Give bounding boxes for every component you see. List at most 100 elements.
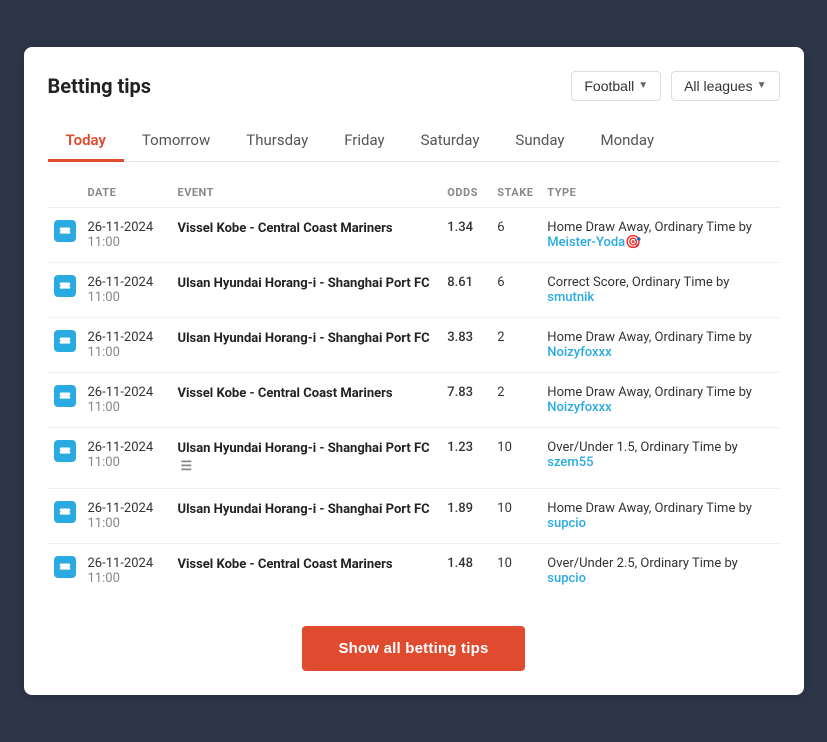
type-cell: Home Draw Away, Ordinary Time by Noizyfo…: [541, 317, 779, 372]
type-cell: Over/Under 1.5, Ordinary Time by szem55: [541, 427, 779, 488]
time-value: 11:00: [88, 516, 166, 531]
author-link[interactable]: Noizyfoxxx: [547, 400, 611, 415]
stake-cell: 10: [491, 427, 541, 488]
show-all-button[interactable]: Show all betting tips: [302, 626, 524, 671]
type-cell: Over/Under 2.5, Ordinary Time by supcio: [541, 544, 779, 599]
tab-tomorrow[interactable]: Tomorrow: [124, 121, 228, 162]
stake-cell: 2: [491, 372, 541, 427]
leagues-filter-arrow-icon: ▼: [757, 80, 767, 91]
ticket-icon-cell: [48, 544, 82, 599]
stake-cell: 10: [491, 544, 541, 599]
date-value: 26-11-2024: [88, 220, 166, 235]
col-event: EVENT: [172, 178, 442, 208]
odds-cell: 1.23: [441, 427, 491, 488]
odds-cell: 3.83: [441, 317, 491, 372]
col-odds: ODDS: [441, 178, 491, 208]
tab-monday[interactable]: Monday: [583, 121, 673, 162]
type-text: Home Draw Away, Ordinary Time by: [547, 220, 752, 235]
ticket-icon: [54, 220, 76, 242]
date-cell: 26-11-202411:00: [82, 207, 172, 262]
table-row: 26-11-202411:00 Ulsan Hyundai Horang-i - …: [48, 262, 780, 317]
event-cell: Ulsan Hyundai Horang-i - Shanghai Port F…: [172, 262, 442, 317]
type-text: Home Draw Away, Ordinary Time by: [547, 501, 752, 516]
ticket-icon: [54, 385, 76, 407]
event-cell: Ulsan Hyundai Horang-i - Shanghai Port F…: [172, 317, 442, 372]
football-filter-arrow-icon: ▼: [638, 80, 648, 91]
ticket-icon-cell: [48, 372, 82, 427]
table-row: 26-11-202411:00 Ulsan Hyundai Horang-i - …: [48, 317, 780, 372]
event-cell: Vissel Kobe - Central Coast Mariners: [172, 544, 442, 599]
leagues-filter-label: All leagues: [684, 78, 753, 94]
tab-today[interactable]: Today: [48, 121, 124, 162]
betting-table: DATE EVENT ODDS STAKE TYPE 26-11-202411:…: [48, 178, 780, 598]
event-name: Vissel Kobe - Central Coast Mariners: [178, 386, 393, 401]
time-value: 11:00: [88, 571, 166, 586]
table-row: 26-11-202411:00Ulsan Hyundai Horang-i - …: [48, 489, 780, 544]
page-title: Betting tips: [48, 74, 152, 98]
ticket-icon: [54, 440, 76, 462]
author-link[interactable]: supcio: [547, 571, 586, 586]
time-value: 11:00: [88, 235, 166, 250]
odds-cell: 8.61: [441, 262, 491, 317]
col-icon: [48, 178, 82, 208]
table-row: 26-11-202411:00 Vissel Kobe - Central Coa…: [48, 372, 780, 427]
show-all-wrapper: Show all betting tips: [48, 626, 780, 671]
col-date: DATE: [82, 178, 172, 208]
author-link[interactable]: szem55: [547, 455, 593, 470]
tab-thursday[interactable]: Thursday: [228, 121, 326, 162]
table-row: 26-11-202411:00 Vissel Kobe - Central Coa…: [48, 207, 780, 262]
stake-cell: 10: [491, 489, 541, 544]
time-value: 11:00: [88, 290, 166, 305]
event-cell: Vissel Kobe - Central Coast Mariners: [172, 372, 442, 427]
ticket-icon: [54, 501, 76, 523]
event-name: Ulsan Hyundai Horang-i - Shanghai Port F…: [178, 331, 430, 346]
author-link[interactable]: smutnik: [547, 290, 594, 305]
ticket-icon-cell: [48, 317, 82, 372]
type-text: Correct Score, Ordinary Time by: [547, 275, 729, 290]
type-text: Over/Under 1.5, Ordinary Time by: [547, 440, 738, 455]
betting-tips-card: Betting tips Football ▼ All leagues ▼ To…: [24, 47, 804, 695]
header-filters: Football ▼ All leagues ▼: [571, 71, 779, 101]
card-header: Betting tips Football ▼ All leagues ▼: [48, 71, 780, 101]
table-row: 26-11-202411:00Vissel Kobe - Central Coa…: [48, 544, 780, 599]
odds-cell: 1.48: [441, 544, 491, 599]
ticket-icon-cell: [48, 262, 82, 317]
stake-cell: 6: [491, 262, 541, 317]
event-name: Vissel Kobe - Central Coast Mariners: [178, 221, 393, 236]
date-cell: 26-11-202411:00: [82, 262, 172, 317]
date-cell: 26-11-202411:00: [82, 372, 172, 427]
type-text: Home Draw Away, Ordinary Time by: [547, 330, 752, 345]
ticket-icon: [54, 330, 76, 352]
event-cell: Ulsan Hyundai Horang-i - Shanghai Port F…: [172, 427, 442, 488]
author-link[interactable]: Meister-Yoda🎯: [547, 235, 641, 250]
date-value: 26-11-2024: [88, 275, 166, 290]
tab-sunday[interactable]: Sunday: [497, 121, 582, 162]
football-filter-button[interactable]: Football ▼: [571, 71, 661, 101]
table-row: 26-11-202411:00Ulsan Hyundai Horang-i - …: [48, 427, 780, 488]
list-icon: ☰: [181, 458, 193, 476]
col-stake: STAKE: [491, 178, 541, 208]
ticket-icon-cell: [48, 427, 82, 488]
event-cell: Ulsan Hyundai Horang-i - Shanghai Port F…: [172, 489, 442, 544]
event-name: Ulsan Hyundai Horang-i - Shanghai Port F…: [178, 276, 430, 291]
date-cell: 26-11-202411:00: [82, 489, 172, 544]
ticket-icon-cell: [48, 489, 82, 544]
author-link[interactable]: supcio: [547, 516, 586, 531]
stake-cell: 6: [491, 207, 541, 262]
date-cell: 26-11-202411:00: [82, 544, 172, 599]
tab-saturday[interactable]: Saturday: [403, 121, 498, 162]
type-text: Home Draw Away, Ordinary Time by: [547, 385, 752, 400]
date-cell: 26-11-202411:00: [82, 317, 172, 372]
ticket-icon-cell: [48, 207, 82, 262]
type-cell: Correct Score, Ordinary Time by smutnik: [541, 262, 779, 317]
date-value: 26-11-2024: [88, 501, 166, 516]
ticket-icon: [54, 275, 76, 297]
stake-cell: 2: [491, 317, 541, 372]
tab-friday[interactable]: Friday: [326, 121, 402, 162]
odds-cell: 7.83: [441, 372, 491, 427]
ticket-icon: [54, 556, 76, 578]
football-filter-label: Football: [584, 78, 634, 94]
author-link[interactable]: Noizyfoxxx: [547, 345, 611, 360]
odds-cell: 1.89: [441, 489, 491, 544]
leagues-filter-button[interactable]: All leagues ▼: [671, 71, 779, 101]
